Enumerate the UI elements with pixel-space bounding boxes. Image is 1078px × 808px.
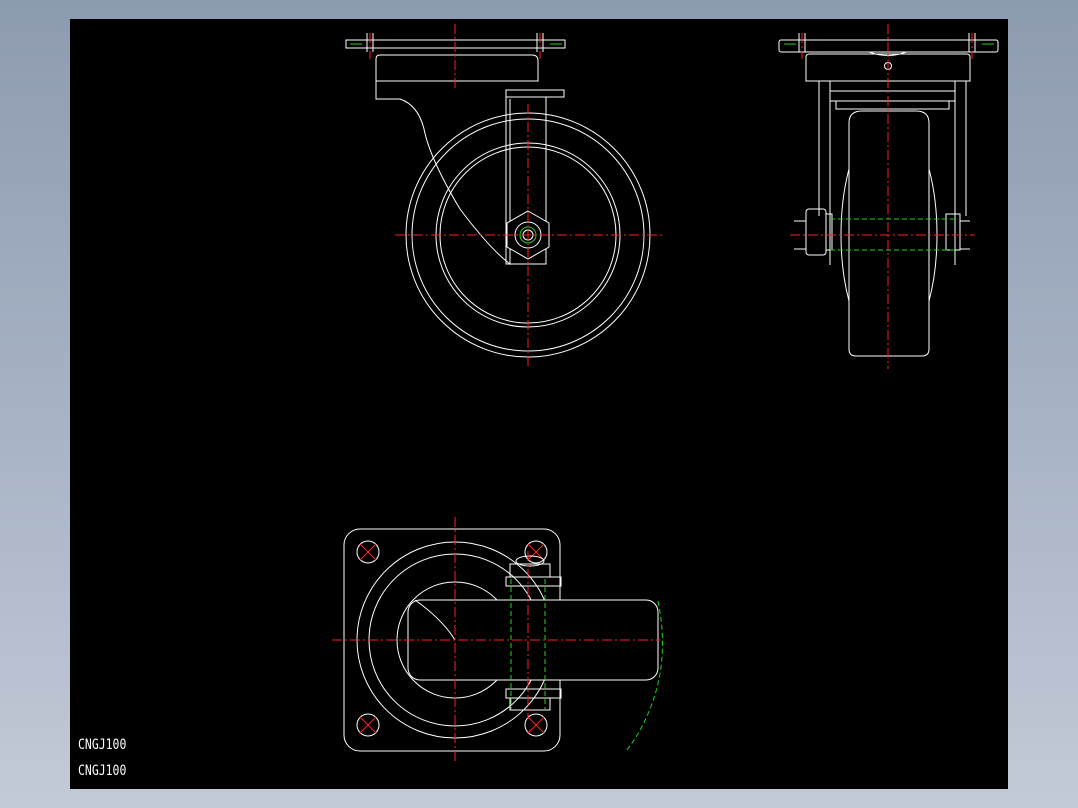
bolt-cross-top-right [527,543,545,561]
top-fork-bottom-bar [505,688,562,699]
drawing-label-1: CNGJ100 [78,737,127,753]
front-swivel-housing [375,54,539,82]
front-fork-body [375,81,511,266]
bolt-cross-bottom-left [359,716,377,734]
caster-drawing [332,24,999,764]
front-fork-lip [505,89,565,98]
side-wheel-tread [848,110,930,357]
side-fork-bridge [829,90,956,102]
drawing-label-2: CNGJ100 [78,763,127,779]
front-view [345,24,665,369]
side-fork-bridge-inner [835,100,950,110]
top-view [332,517,663,764]
top-axle-nut-bottom [509,697,551,711]
side-view [778,24,999,369]
bolt-cross-bottom-right [527,716,545,734]
side-axle-nut [805,208,827,256]
drawing-canvas: CNGJ100 CNGJ100 [70,19,1008,789]
bolt-cross-top-left [359,543,377,561]
